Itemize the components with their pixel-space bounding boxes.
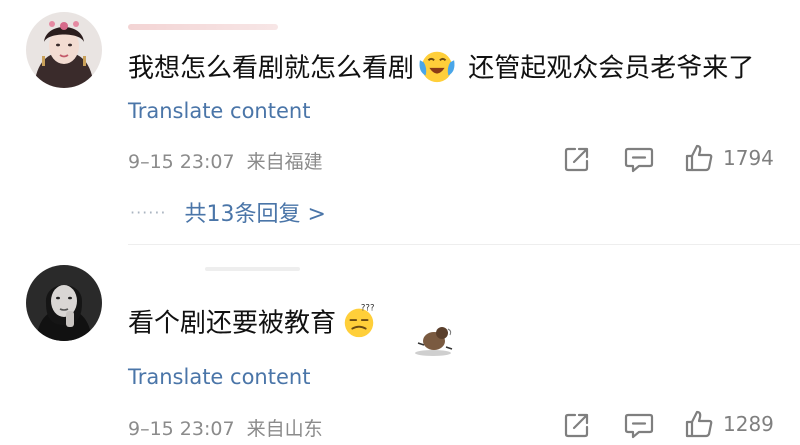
thumbs-up-icon (685, 410, 713, 438)
comment-item: 看个剧还要被教育 ??? Translate content 9–15 23:0… (0, 245, 800, 445)
comment-meta: 9–15 23:07 来自福建 (128, 147, 323, 174)
comment-text-part: 我想怎么看剧就怎么看剧 (128, 53, 415, 84)
comment-icon (624, 147, 654, 173)
comment-text-part: 还管起观众会员老爷来了 (468, 53, 755, 84)
like-count: 1289 (723, 412, 774, 436)
confused-face-emoji-icon: ??? (340, 302, 378, 340)
user-avatar-image (26, 265, 102, 341)
like-count: 1794 (723, 146, 774, 170)
comment-button[interactable] (624, 145, 654, 173)
comment-meta: 9–15 23:07 来自山东 (128, 414, 323, 441)
timestamp: 9–15 23:07 (128, 151, 235, 173)
comment-icon (624, 413, 654, 439)
translate-link[interactable]: Translate content (128, 365, 310, 389)
disappointed-mini-figure-sticker (410, 323, 456, 357)
comment-text: 我想怎么看剧就怎么看剧 还管起观众会员老爷来了 (128, 50, 754, 88)
view-replies-link[interactable]: ······ 共13条回复 > (130, 196, 326, 228)
svg-text:???: ??? (361, 304, 375, 314)
user-avatar[interactable] (26, 12, 102, 88)
thumbs-up-icon (685, 144, 713, 172)
location: 来自山东 (246, 418, 323, 440)
username-redacted (128, 24, 278, 30)
like-button[interactable]: 1289 (684, 409, 774, 439)
timestamp: 9–15 23:07 (128, 418, 235, 440)
user-avatar[interactable] (26, 265, 102, 341)
comment-item: 我想怎么看剧就怎么看剧 还管起观众会员老爷来了 Translate conten… (0, 0, 800, 244)
location: 来自福建 (246, 151, 323, 173)
replies-dots: ······ (130, 202, 167, 222)
comment-button[interactable] (624, 411, 654, 439)
share-button[interactable] (563, 411, 591, 439)
comment-text: 看个剧还要被教育 ??? (128, 302, 382, 343)
username-redacted (205, 267, 300, 271)
share-button[interactable] (563, 145, 591, 173)
laughing-crying-emoji-icon (418, 47, 456, 85)
comment-text-part: 看个剧还要被教育 (128, 308, 337, 339)
share-icon (564, 413, 589, 438)
share-icon (564, 147, 589, 172)
translate-link[interactable]: Translate content (128, 99, 310, 123)
user-avatar-image (26, 12, 102, 88)
like-button[interactable]: 1794 (684, 143, 774, 173)
replies-label: 共13条回复 > (184, 202, 326, 227)
